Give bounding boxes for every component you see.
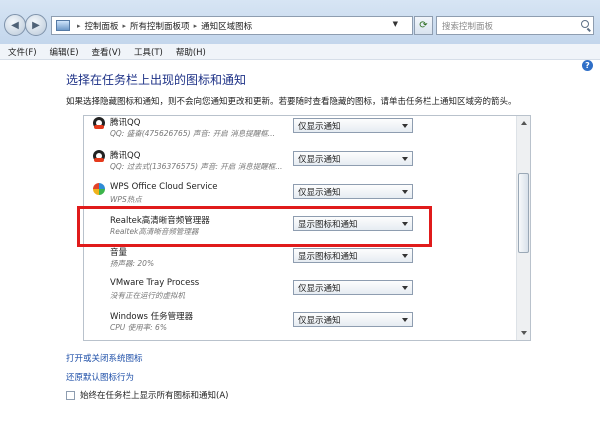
app-name: VMware Tray Process bbox=[110, 278, 200, 288]
list-item: 腾讯QQ QQ: 过去式(136376575) 声音: 开启 消息提醒框... … bbox=[84, 147, 518, 179]
control-panel-icon bbox=[56, 20, 70, 31]
list-item: VMware Tray Process 没有正在运行的虚拟机 仅显示通知 bbox=[84, 276, 518, 308]
app-status: WPS热点 bbox=[110, 195, 142, 204]
behavior-select[interactable]: 仅显示通知 bbox=[293, 118, 413, 133]
qq-icon bbox=[93, 150, 105, 162]
breadcrumb-item[interactable]: 控制面板 bbox=[85, 20, 119, 32]
system-icons-link[interactable]: 打开或关闭系统图标 bbox=[66, 352, 143, 364]
wps-cloud-icon bbox=[93, 183, 105, 195]
app-name: 腾讯QQ bbox=[110, 118, 141, 128]
show-all-icons-option[interactable]: 始终在任务栏上显示所有图标和通知(A) bbox=[66, 389, 228, 401]
breadcrumb-separator-icon: ▸ bbox=[122, 21, 127, 30]
app-name: 腾讯QQ bbox=[110, 151, 141, 161]
help-icon[interactable]: ? bbox=[582, 60, 593, 71]
app-status: CPU 使用率: 6% bbox=[110, 323, 167, 332]
scroll-up-icon[interactable] bbox=[518, 117, 529, 129]
search-icon bbox=[581, 20, 589, 28]
chevron-down-icon bbox=[402, 254, 408, 258]
address-bar-row: ◀ ▶ ▸ 控制面板 ▸ 所有控制面板项 ▸ 通知区域图标 ▼ ⟳ 搜索控制面板 bbox=[0, 0, 600, 45]
menu-help[interactable]: 帮助(H) bbox=[168, 46, 211, 58]
chevron-down-icon bbox=[402, 286, 408, 290]
menu-view[interactable]: 查看(V) bbox=[84, 46, 126, 58]
back-button[interactable]: ◀ bbox=[4, 14, 26, 36]
behavior-select[interactable]: 仅显示通知 bbox=[293, 151, 413, 166]
checkbox-label: 始终在任务栏上显示所有图标和通知(A) bbox=[80, 391, 229, 401]
breadcrumb-item[interactable]: 通知区域图标 bbox=[201, 20, 252, 32]
chevron-down-icon[interactable]: ▼ bbox=[393, 20, 398, 28]
arrow-right-icon: ▶ bbox=[32, 19, 40, 31]
menu-tools[interactable]: 工具(T) bbox=[126, 46, 168, 58]
menu-edit[interactable]: 编辑(E) bbox=[42, 46, 84, 58]
forward-button[interactable]: ▶ bbox=[25, 14, 47, 36]
list-item: 音量 扬声器: 20% 显示图标和通知 bbox=[84, 244, 518, 276]
control-panel-window: ◀ ▶ ▸ 控制面板 ▸ 所有控制面板项 ▸ 通知区域图标 ▼ ⟳ 搜索控制面板… bbox=[0, 0, 600, 448]
refresh-button[interactable]: ⟳ bbox=[414, 16, 433, 35]
chevron-down-icon bbox=[402, 124, 408, 128]
restore-default-link[interactable]: 还原默认图标行为 bbox=[66, 371, 134, 383]
behavior-value: 显示图标和通知 bbox=[298, 251, 358, 262]
app-name: 音量 bbox=[110, 248, 128, 258]
search-input[interactable]: 搜索控制面板 bbox=[436, 16, 594, 35]
chevron-down-icon bbox=[402, 190, 408, 194]
highlight-box bbox=[77, 206, 432, 247]
behavior-value: 仅显示通知 bbox=[298, 154, 341, 165]
behavior-select[interactable]: 显示图标和通知 bbox=[293, 248, 413, 263]
behavior-value: 仅显示通知 bbox=[298, 187, 341, 198]
chevron-down-icon bbox=[402, 318, 408, 322]
app-status: QQ: 过去式(136376575) 声音: 开启 消息提醒框... bbox=[110, 162, 283, 171]
list-item: 腾讯QQ QQ: 盛奋(475626765) 声音: 开启 消息提醒框... 仅… bbox=[84, 116, 518, 146]
behavior-select[interactable]: 仅显示通知 bbox=[293, 280, 413, 295]
scroll-down-icon[interactable] bbox=[518, 327, 529, 339]
list-scrollbar[interactable] bbox=[516, 116, 530, 340]
refresh-icon: ⟳ bbox=[419, 20, 428, 31]
behavior-select[interactable]: 仅显示通知 bbox=[293, 312, 413, 327]
chevron-down-icon bbox=[402, 157, 408, 161]
qq-icon bbox=[93, 117, 105, 129]
app-name: WPS Office Cloud Service bbox=[110, 182, 218, 192]
breadcrumb-separator-icon: ▸ bbox=[193, 21, 198, 30]
behavior-value: 仅显示通知 bbox=[298, 283, 341, 294]
show-all-icons-checkbox[interactable] bbox=[66, 390, 75, 400]
app-status: 没有正在运行的虚拟机 bbox=[110, 291, 185, 300]
page-description: 如果选择隐藏图标和通知，则不会向您通知更改和更新。若要随时查看隐藏的图标，请单击… bbox=[66, 97, 517, 107]
breadcrumb-separator-icon: ▸ bbox=[77, 21, 81, 30]
arrow-left-icon: ◀ bbox=[11, 19, 19, 31]
breadcrumb-item[interactable]: 所有控制面板项 bbox=[130, 20, 190, 32]
menu-file[interactable]: 文件(F) bbox=[0, 46, 42, 58]
menu-bar: 文件(F) 编辑(E) 查看(V) 工具(T) 帮助(H) bbox=[0, 44, 600, 60]
page-title: 选择在任务栏上出现的图标和通知 bbox=[66, 73, 247, 87]
app-status: 扬声器: 20% bbox=[110, 259, 155, 268]
search-placeholder: 搜索控制面板 bbox=[442, 21, 494, 32]
app-name: Windows 任务管理器 bbox=[110, 312, 194, 322]
behavior-value: 仅显示通知 bbox=[298, 315, 341, 326]
behavior-value: 仅显示通知 bbox=[298, 121, 341, 132]
list-item: Windows 任务管理器 CPU 使用率: 6% 仅显示通知 bbox=[84, 308, 518, 340]
content-area: ? 选择在任务栏上出现的图标和通知 如果选择隐藏图标和通知，则不会向您通知更改和… bbox=[0, 60, 600, 448]
address-box[interactable]: ▸ 控制面板 ▸ 所有控制面板项 ▸ 通知区域图标 ▼ bbox=[51, 16, 413, 35]
app-status: QQ: 盛奋(475626765) 声音: 开启 消息提醒框... bbox=[110, 129, 275, 138]
scroll-thumb[interactable] bbox=[518, 173, 529, 253]
behavior-select[interactable]: 仅显示通知 bbox=[293, 184, 413, 199]
